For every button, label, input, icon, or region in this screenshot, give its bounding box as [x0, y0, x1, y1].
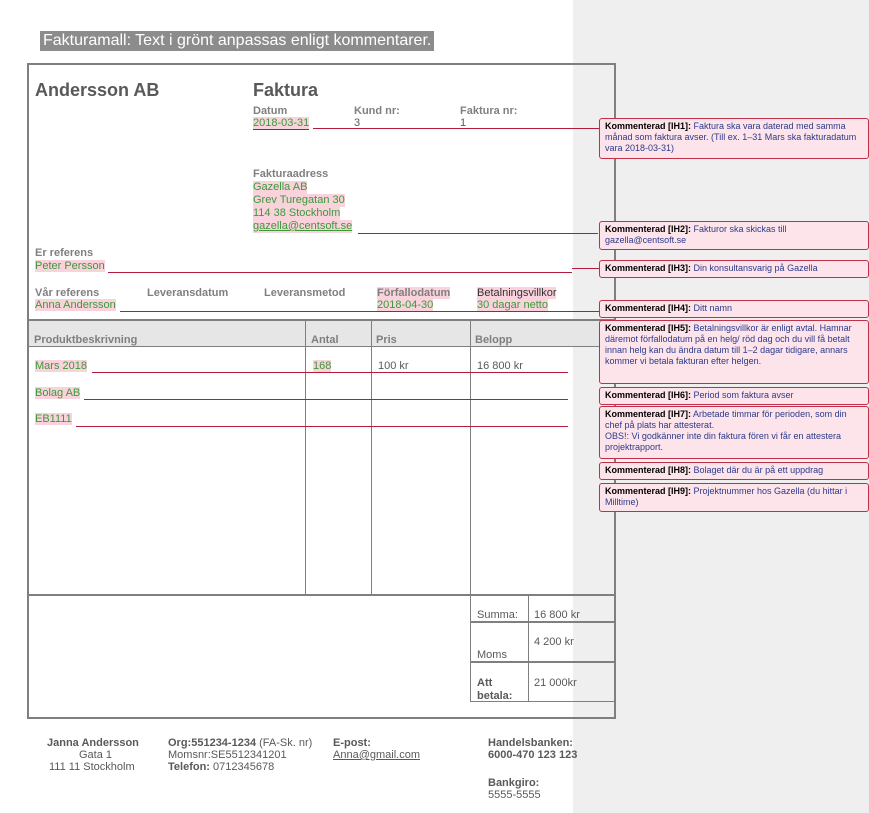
to-pay-label-line-2: betala: — [477, 690, 513, 702]
footer-email-label: E-post: — [333, 737, 371, 749]
footer-vat-number: Momsnr:SE5512341201 — [168, 749, 287, 761]
footer-phone-value: 0712345678 — [209, 761, 275, 773]
comment-ih5[interactable]: Kommenterad [IH5]: Betalningsvillkor är … — [599, 320, 869, 384]
to-pay-label-line-1: Att — [477, 677, 493, 689]
comment-tag: Kommenterad [IH8]: — [605, 465, 692, 475]
comment-connector — [92, 372, 568, 373]
footer-name: Janna Andersson — [47, 737, 139, 749]
sum-label: Summa: — [477, 609, 518, 621]
footer-bankgiro-label: Bankgiro: — [488, 777, 540, 789]
company-name: Andersson AB — [35, 80, 160, 100]
invoice-number-label: Faktura nr: — [460, 105, 518, 117]
comment-ih4[interactable]: Kommenterad [IH4]: Ditt namn — [599, 300, 869, 318]
comment-tag: Kommenterad [IH4]: — [605, 303, 692, 313]
payment-terms-label: Betalningsvillkor — [477, 287, 557, 299]
footer-bankgiro-value: 5555-5555 — [488, 789, 541, 801]
due-date-label: Förfallodatum — [377, 287, 451, 299]
comment-connector — [84, 399, 568, 400]
comment-connector — [108, 272, 572, 273]
column-header-amount: Belopp — [475, 334, 513, 346]
comment-tag: Kommenterad [IH7]: — [605, 409, 692, 419]
comment-tag: Kommenterad [IH9]: — [605, 486, 692, 496]
template-banner: Fakturamall: Text i grönt anpassas enlig… — [40, 31, 435, 51]
comment-ih6[interactable]: Kommenterad [IH6]: Period som faktura av… — [599, 387, 869, 405]
comment-text: Din konsultansvarig på Gazella — [691, 263, 818, 273]
row-description[interactable]: EB1111 — [35, 413, 72, 425]
payment-terms-value[interactable]: 30 dagar netto — [477, 299, 548, 311]
row-price: 100 kr — [378, 360, 409, 372]
vat-value: 4 200 kr — [534, 636, 574, 648]
comment-ih3[interactable]: Kommenterad [IH3]: Din konsultansvarig p… — [599, 260, 869, 278]
comment-ih1[interactable]: Kommenterad [IH1]: Faktura ska vara date… — [599, 118, 869, 159]
comment-text: Ditt namn — [691, 303, 733, 313]
totals-divider — [470, 596, 471, 702]
footer-bank-label: Handelsbanken: — [488, 737, 573, 749]
delivery-date-label: Leveransdatum — [147, 287, 229, 299]
comment-connector — [76, 426, 568, 427]
document-title: Faktura — [253, 80, 319, 100]
row-description[interactable]: Mars 2018 — [35, 360, 87, 372]
column-header-description: Produktbeskrivning — [34, 334, 138, 346]
footer-email-link[interactable]: Anna@gmail.com — [333, 749, 420, 761]
comment-connector — [120, 311, 550, 312]
comment-ih2[interactable]: Kommenterad [IH2]: Fakturor ska skickas … — [599, 221, 869, 250]
column-header-quantity: Antal — [311, 334, 339, 346]
row-amount: 16 800 kr — [477, 360, 523, 372]
to-pay-value: 21 000kr — [534, 677, 577, 689]
their-reference-label: Er referens — [35, 247, 94, 259]
sum-value: 16 800 kr — [534, 609, 580, 621]
comment-tag: Kommenterad [IH5]: — [605, 323, 692, 333]
totals-row-border — [470, 621, 615, 623]
table-header: Produktbeskrivning Antal Pris Belopp — [29, 319, 614, 347]
comment-text: Bolaget där du är på ett uppdrag — [691, 465, 824, 475]
table-bottom-border — [29, 594, 614, 596]
row-description[interactable]: Bolag AB — [35, 387, 81, 399]
date-value[interactable]: 2018-03-31 — [253, 117, 310, 130]
billing-address-label: Fakturaadress — [253, 168, 329, 180]
comment-ih8[interactable]: Kommenterad [IH8]: Bolaget där du är på … — [599, 462, 869, 480]
our-reference-value[interactable]: Anna Andersson — [35, 299, 116, 311]
due-date-value[interactable]: 2018-04-30 — [377, 299, 434, 311]
footer-city: 111 11 Stockholm — [49, 761, 135, 773]
footer-org-number: Org:551234-1234 — [168, 737, 257, 749]
comment-connector — [358, 233, 598, 234]
row-quantity[interactable]: 168 — [313, 360, 332, 372]
comment-tag: Kommenterad [IH6]: — [605, 390, 692, 400]
totals-divider — [614, 596, 615, 702]
footer-org-suffix: (FA-Sk. nr) — [256, 737, 313, 749]
billing-address-line-2: Grev Turegatan 30 — [253, 194, 345, 207]
column-divider — [371, 319, 372, 594]
vat-label: Moms — [477, 649, 507, 661]
column-header-price: Pris — [376, 334, 397, 346]
comment-tag: Kommenterad [IH1]: — [605, 121, 692, 131]
column-divider — [470, 319, 471, 594]
footer-phone-label: Telefon: — [168, 761, 210, 773]
delivery-method-label: Leveransmetod — [264, 287, 346, 299]
comment-connector — [572, 268, 600, 269]
comment-ih7[interactable]: Kommenterad [IH7]: Arbetade timmar för p… — [599, 406, 869, 459]
date-label: Datum — [253, 105, 288, 117]
comment-connector — [572, 128, 600, 129]
comment-ih9[interactable]: Kommenterad [IH9]: Projektnummer hos Gaz… — [599, 483, 869, 512]
billing-address-line-3: 114 38 Stockholm — [253, 207, 341, 220]
footer-street: Gata 1 — [79, 749, 113, 761]
customer-number-label: Kund nr: — [354, 105, 400, 117]
billing-email[interactable]: gazella@centsoft.se — [253, 220, 353, 233]
billing-address-line-1: Gazella AB — [253, 181, 308, 194]
comment-tag: Kommenterad [IH2]: — [605, 224, 692, 234]
totals-divider — [528, 596, 529, 702]
footer-bank-account: 6000-470 123 123 — [488, 749, 578, 761]
comment-tag: Kommenterad [IH3]: — [605, 263, 692, 273]
comment-connector — [550, 311, 600, 312]
comment-connector — [313, 128, 572, 129]
totals-row-border — [470, 661, 615, 663]
our-reference-label: Vår referens — [35, 287, 100, 299]
their-reference-value[interactable]: Peter Persson — [35, 260, 105, 272]
column-divider — [305, 319, 306, 594]
comment-text: Period som faktura avser — [691, 390, 794, 400]
